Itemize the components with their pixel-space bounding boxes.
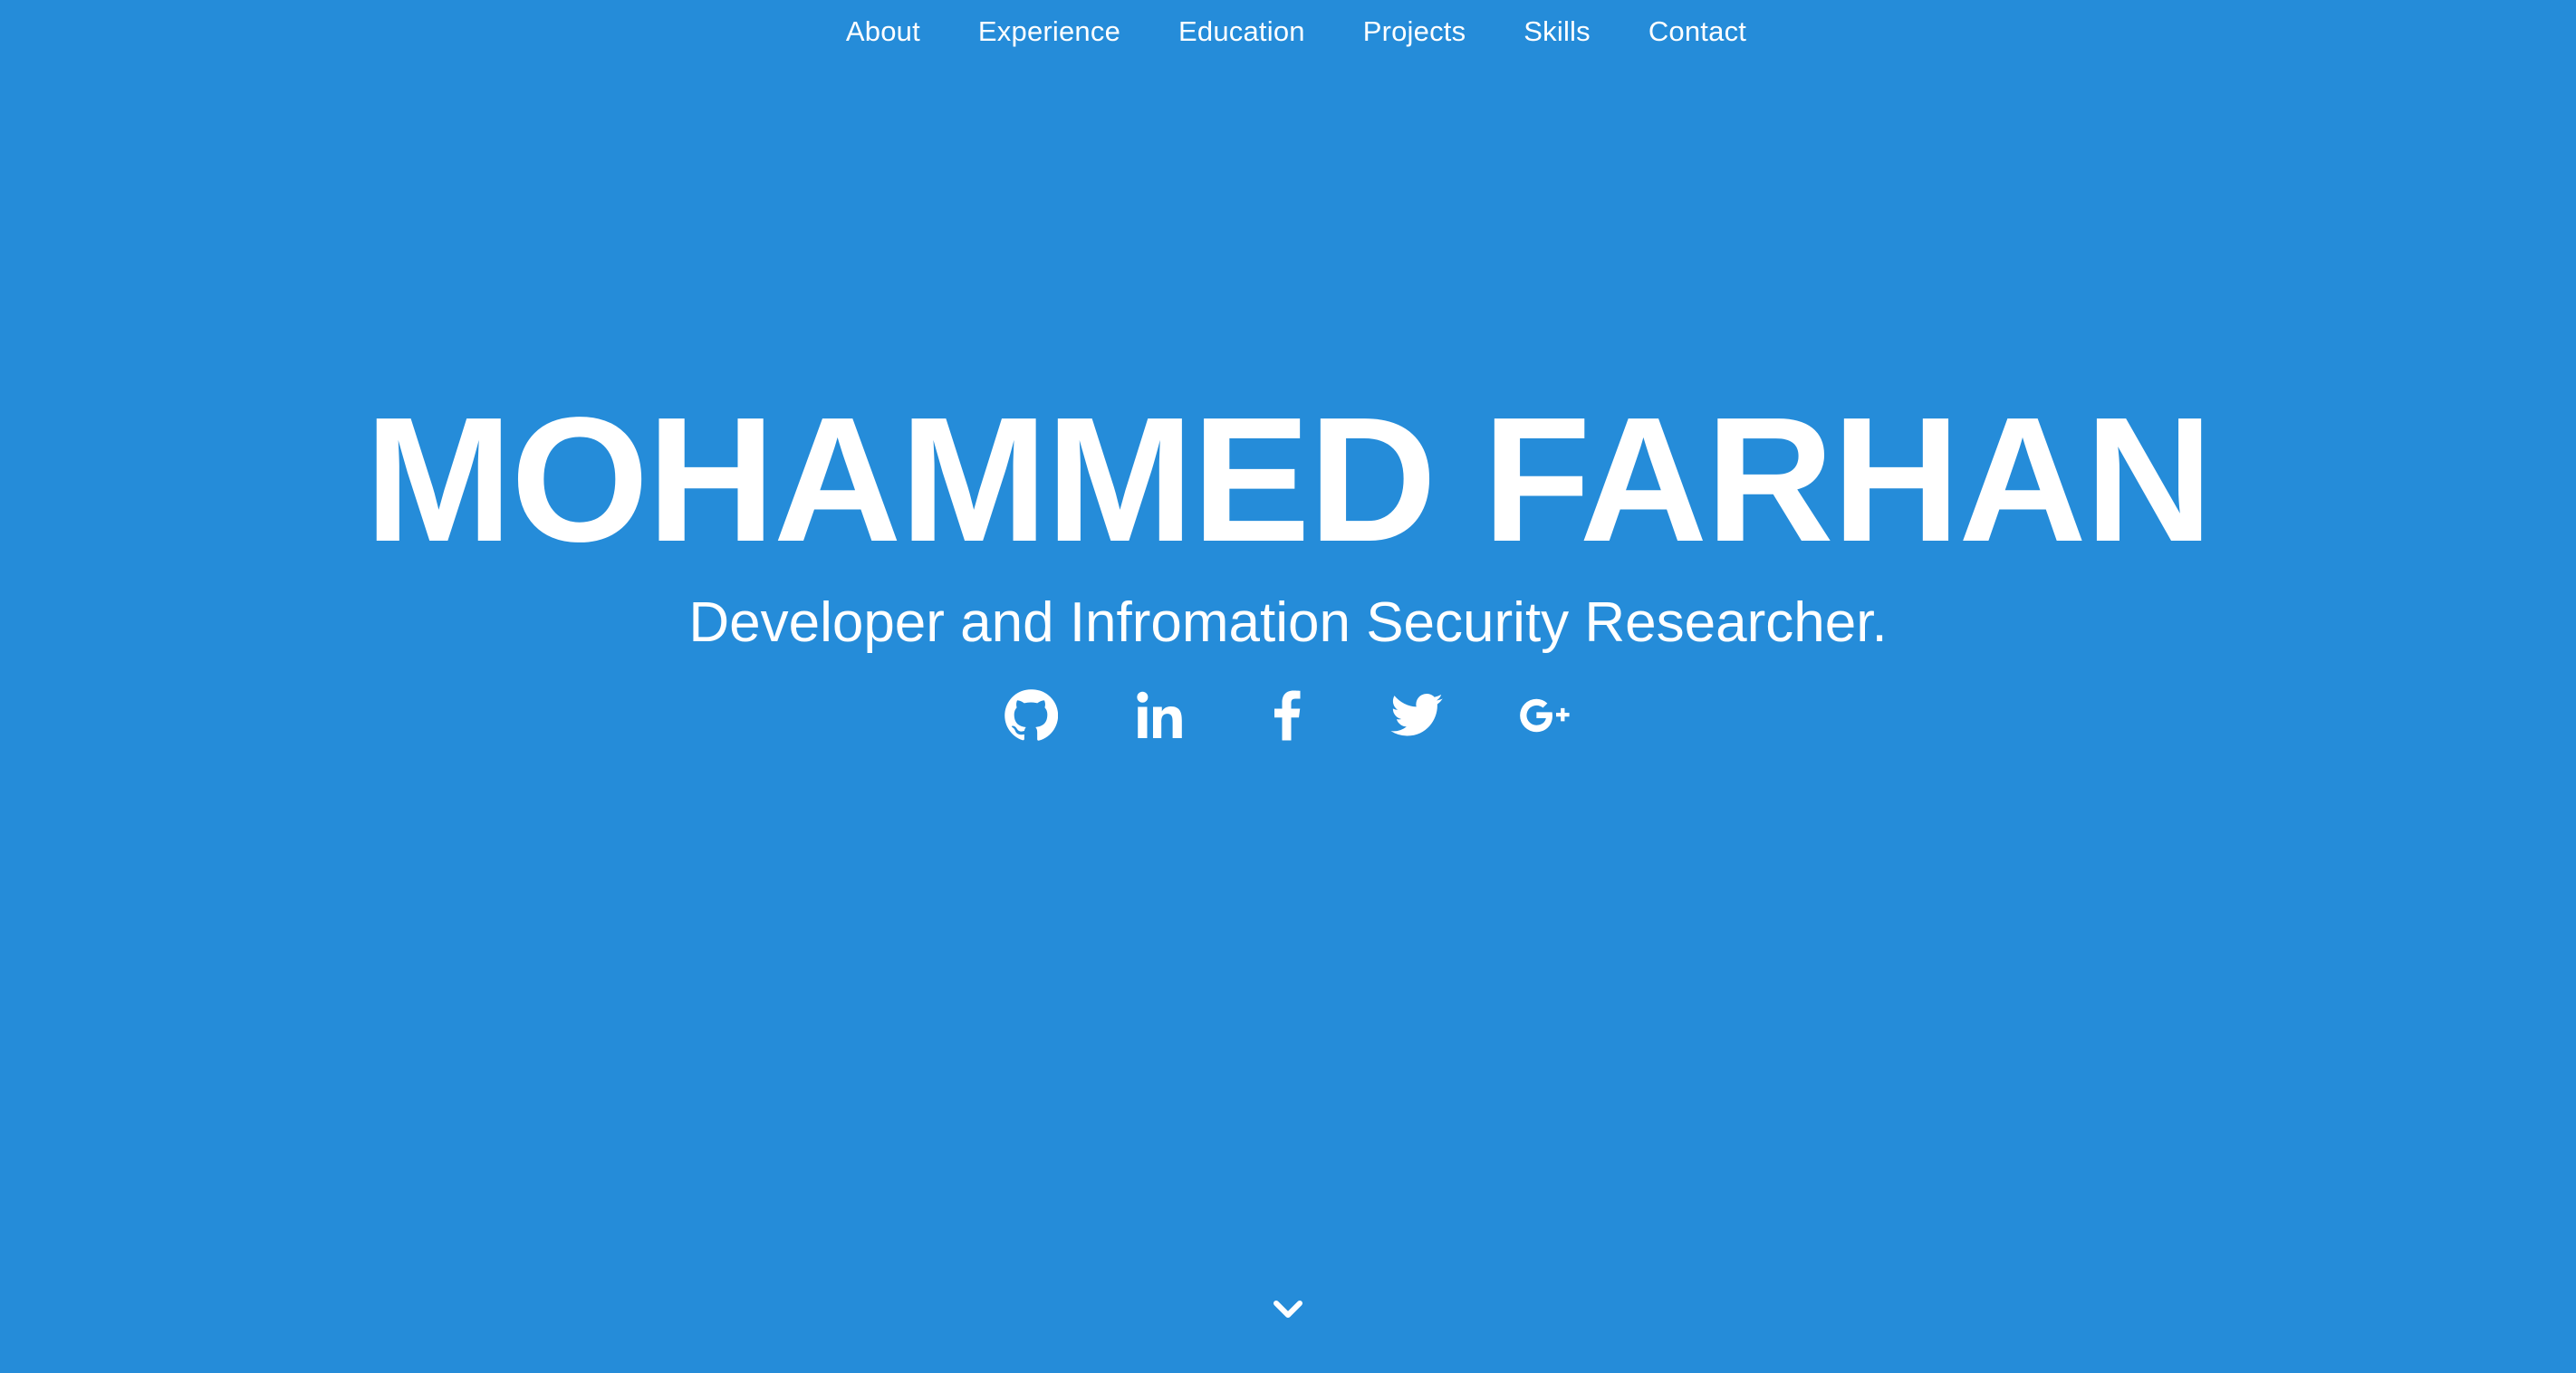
- twitter-icon-svg: [1390, 693, 1443, 735]
- nav-item-education[interactable]: Education: [1178, 0, 1305, 63]
- github-link[interactable]: [1002, 688, 1060, 746]
- facebook-icon: [1261, 688, 1315, 747]
- google-plus-link[interactable]: [1516, 688, 1574, 746]
- nav-item-experience[interactable]: Experience: [978, 0, 1120, 63]
- github-icon-svg: [1004, 688, 1059, 741]
- facebook-icon-svg: [1274, 690, 1301, 740]
- twitter-icon: [1389, 688, 1444, 747]
- linkedin-icon-svg: [1137, 691, 1182, 738]
- hero-subtitle: Developer and Infromation Security Resea…: [688, 591, 1888, 654]
- chevron-down-icon-svg: [1274, 1300, 1302, 1318]
- nav-item-skills[interactable]: Skills: [1523, 0, 1591, 63]
- twitter-link[interactable]: [1388, 688, 1446, 746]
- nav-item-projects[interactable]: Projects: [1363, 0, 1466, 63]
- nav-item-about[interactable]: About: [846, 0, 920, 63]
- social-links: [0, 688, 2576, 746]
- google-plus-icon: [1518, 688, 1572, 747]
- nav-links: About Experience Education Projects Skil…: [846, 0, 1746, 63]
- github-icon: [1004, 688, 1059, 747]
- hero-section: MOHAMMED FARHAN Developer and Infromatio…: [0, 380, 2576, 746]
- linkedin-link[interactable]: [1130, 688, 1188, 746]
- hero-name: MOHAMMED FARHAN: [364, 380, 2214, 579]
- scroll-down-button[interactable]: [1266, 1293, 1310, 1330]
- chevron-down-icon: [1273, 1299, 1303, 1325]
- nav-item-contact[interactable]: Contact: [1648, 0, 1746, 63]
- linkedin-icon: [1132, 688, 1187, 747]
- top-nav: About Experience Education Projects Skil…: [0, 0, 2576, 63]
- google-plus-icon-svg: [1520, 698, 1570, 732]
- facebook-link[interactable]: [1259, 688, 1317, 746]
